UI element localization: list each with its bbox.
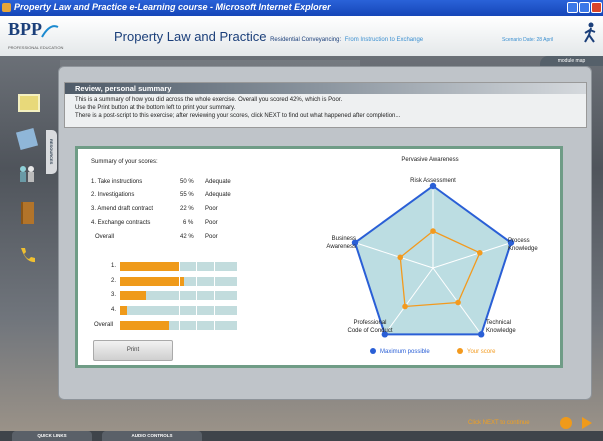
files-icon[interactable] bbox=[21, 202, 34, 224]
review-heading: Review, personal summary bbox=[65, 83, 586, 94]
score-percent: 6 % bbox=[183, 220, 194, 226]
bar-segment-divider bbox=[196, 277, 198, 286]
score-bar-fill bbox=[120, 262, 179, 271]
bar-segment-divider bbox=[196, 321, 198, 330]
score-label: 3. Amend draft contract bbox=[91, 206, 154, 212]
score-percent: 50 % bbox=[180, 179, 194, 185]
bar-segment-divider bbox=[196, 306, 198, 315]
score-percent: 55 % bbox=[180, 192, 194, 198]
score-rating: Poor bbox=[205, 234, 218, 240]
score-point bbox=[476, 249, 483, 256]
score-bar bbox=[120, 321, 237, 330]
print-button[interactable]: Print bbox=[93, 340, 173, 361]
window-title-bar: Property Law and Practice e-Learning cou… bbox=[0, 0, 603, 16]
notepad-icon[interactable] bbox=[15, 127, 39, 151]
app-header: BPP PROFESSIONAL EDUCATION Property Law … bbox=[0, 16, 603, 56]
chart-legend: Maximum possible Your score bbox=[370, 348, 496, 355]
score-label: 4. Exchange contracts bbox=[91, 220, 151, 226]
chart-title: Pervasive Awareness bbox=[401, 157, 458, 163]
score-point bbox=[402, 303, 408, 310]
review-line: Use the Print button at the bottom left … bbox=[75, 105, 236, 111]
score-rating: Adequate bbox=[205, 179, 231, 185]
score-bar bbox=[120, 291, 237, 300]
legend-score-label: Your score bbox=[467, 349, 496, 355]
score-bar-fill bbox=[120, 321, 170, 330]
logo-swoosh-icon bbox=[41, 25, 59, 38]
score-label: 2. Investigations bbox=[91, 192, 135, 198]
score-bar-fill bbox=[120, 306, 128, 315]
score-rating: Adequate bbox=[205, 192, 231, 198]
bar-label: 1. bbox=[111, 263, 117, 269]
score-rating: Poor bbox=[205, 220, 218, 226]
bar-label: 2. bbox=[111, 278, 117, 284]
logo-text: BPP bbox=[8, 19, 42, 39]
score-point bbox=[397, 254, 404, 261]
radar-chart: Pervasive Awareness Risk Assessment Proc… bbox=[326, 157, 538, 355]
bar-segment-divider bbox=[213, 291, 215, 300]
walking-figure-icon[interactable] bbox=[582, 22, 598, 44]
maximize-button[interactable] bbox=[579, 2, 590, 13]
review-line: This is a summary of how you did across … bbox=[75, 97, 343, 103]
bottom-bar: QUICK LINKS AUDIO CONTROLS bbox=[0, 431, 603, 441]
click-next-hint: Click NEXT to continue bbox=[468, 420, 530, 426]
legend-score-marker bbox=[457, 348, 463, 354]
bar-segment-divider bbox=[213, 306, 215, 315]
score-label: 1. Take instructions bbox=[91, 179, 143, 185]
bar-segment-divider bbox=[178, 262, 180, 271]
back-icon[interactable] bbox=[560, 417, 572, 429]
score-point bbox=[455, 299, 461, 306]
bar-label: Overall bbox=[94, 322, 114, 328]
scores-title: Summary of your scores: bbox=[91, 159, 158, 165]
app-title: Property Law and Practice bbox=[114, 29, 267, 44]
score-point bbox=[430, 228, 436, 234]
ie-icon bbox=[2, 3, 11, 12]
people-icon[interactable] bbox=[18, 165, 36, 183]
score-bar bbox=[120, 306, 237, 315]
bpp-logo: BPP PROFESSIONAL EDUCATION bbox=[6, 19, 76, 53]
score-bar-fill bbox=[120, 277, 185, 286]
score-label: Overall bbox=[95, 234, 115, 240]
axis-label-technical-knowledge: Technical Knowledge bbox=[486, 320, 516, 334]
window-title: Property Law and Practice e-Learning cou… bbox=[14, 2, 331, 12]
bar-segment-divider bbox=[213, 321, 215, 330]
note-icon[interactable] bbox=[18, 94, 40, 112]
phone-icon[interactable] bbox=[18, 246, 36, 264]
course-name: Residential Conveyancing: bbox=[270, 37, 342, 43]
bar-segment-divider bbox=[178, 291, 180, 300]
bar-segment-divider bbox=[196, 291, 198, 300]
axis-label-business-awareness: Business Awareness bbox=[326, 236, 356, 250]
bar-label: 4. bbox=[111, 307, 117, 313]
review-summary-box: Review, personal summary This is a summa… bbox=[64, 82, 587, 128]
score-bar-fill bbox=[120, 291, 146, 300]
review-line: There is a post-script to this exercise;… bbox=[75, 113, 401, 119]
bar-segment-divider bbox=[178, 277, 180, 286]
max-point bbox=[477, 331, 485, 338]
legend-max-marker bbox=[370, 348, 376, 354]
bar-segment-divider bbox=[213, 262, 215, 271]
page-title: Property Law and Practice Residential Co… bbox=[114, 29, 423, 44]
module-map-tab[interactable]: module map bbox=[540, 56, 603, 66]
score-bar bbox=[120, 262, 237, 271]
legend-max-label: Maximum possible bbox=[380, 349, 430, 355]
score-rating: Poor bbox=[205, 206, 218, 212]
score-percent: 22 % bbox=[180, 206, 194, 212]
close-button[interactable] bbox=[591, 2, 602, 13]
minimize-button[interactable] bbox=[567, 2, 578, 13]
score-bar bbox=[120, 277, 237, 286]
bar-segment-divider bbox=[213, 277, 215, 286]
quick-links-tab[interactable]: QUICK LINKS bbox=[12, 431, 92, 441]
resources-tab[interactable]: RESOURCES bbox=[46, 130, 57, 174]
axis-label-risk-assessment: Risk Assessment bbox=[410, 178, 456, 184]
logo-subtitle: PROFESSIONAL EDUCATION bbox=[8, 45, 64, 50]
audio-controls-tab[interactable]: AUDIO CONTROLS bbox=[102, 431, 202, 441]
sidebar bbox=[0, 68, 58, 398]
bar-segment-divider bbox=[178, 321, 180, 330]
course-stage: From Instruction to Exchange bbox=[344, 37, 424, 43]
score-percent: 42 % bbox=[180, 234, 194, 240]
bar-segment-divider bbox=[178, 306, 180, 315]
scenario-date: Scenario Date: 28 April bbox=[502, 37, 554, 43]
bar-segment-divider bbox=[196, 262, 198, 271]
bar-label: 3. bbox=[111, 292, 117, 298]
